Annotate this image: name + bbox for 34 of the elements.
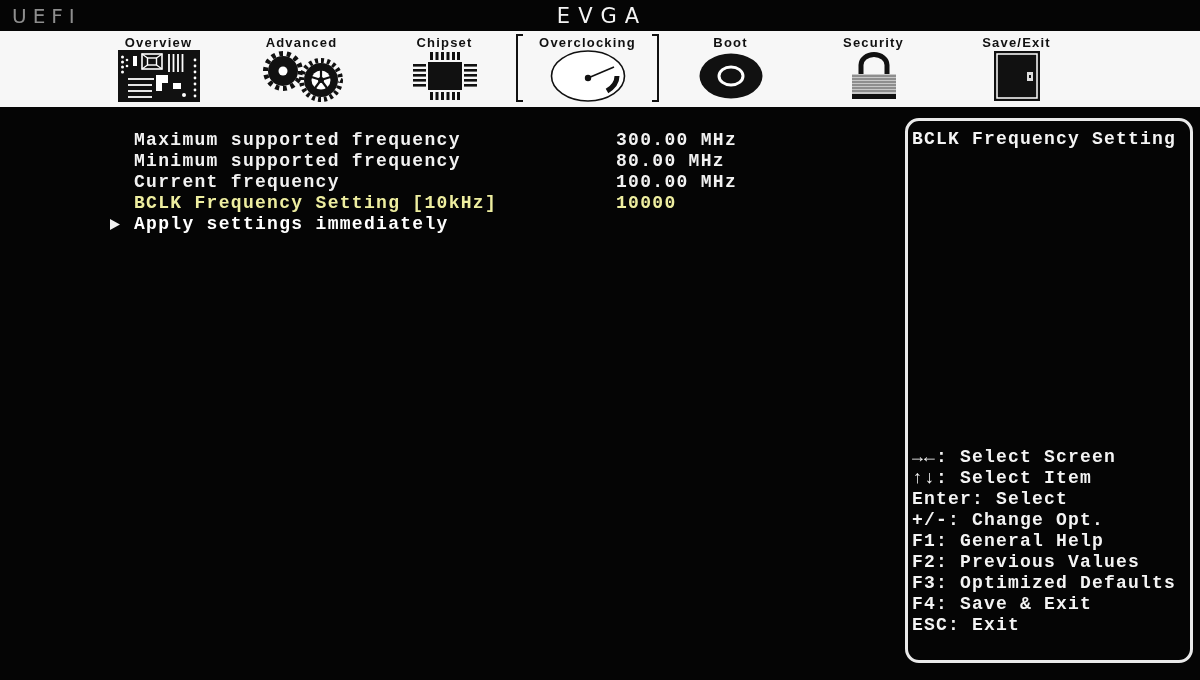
setting-value: 300.00 MHz bbox=[616, 130, 738, 151]
key-hint: +/-: Change Opt. bbox=[912, 510, 1106, 531]
key-hint: Enter: Select bbox=[912, 489, 1070, 510]
help-title: BCLK Frequency Setting bbox=[912, 129, 1178, 150]
menu-tab[interactable]: Advanced bbox=[230, 34, 373, 102]
menu-tab[interactable]: Chipset bbox=[373, 34, 516, 102]
brand-logo: EVGA bbox=[555, 3, 648, 28]
setting-label: Current frequency bbox=[134, 172, 340, 193]
key-hint: F1: General Help bbox=[912, 531, 1106, 552]
menu-tab[interactable]: Overclocking bbox=[516, 34, 659, 102]
triangle-icon bbox=[110, 219, 120, 230]
setting-value: 80.00 MHz bbox=[616, 151, 725, 172]
key-hint: F4: Save & Exit bbox=[912, 594, 1094, 615]
chip-icon bbox=[410, 51, 479, 101]
key-hint: F3: Optimized Defaults bbox=[912, 573, 1178, 594]
gauge-icon bbox=[549, 50, 626, 102]
menu-tab[interactable]: Security bbox=[802, 34, 945, 102]
setting-value: 100.00 MHz bbox=[616, 172, 738, 193]
disc-icon bbox=[698, 53, 763, 99]
setting-label: BCLK Frequency Setting [10kHz] bbox=[134, 193, 498, 214]
menu-tab[interactable]: Overview bbox=[87, 34, 230, 102]
menu-tab[interactable]: Boot bbox=[659, 34, 802, 102]
setting-label: Maximum supported frequency bbox=[134, 130, 461, 151]
menu-tab[interactable]: Save/Exit bbox=[945, 34, 1088, 102]
motherboard-icon bbox=[117, 50, 200, 102]
setting-value: 10000 bbox=[616, 193, 677, 214]
submenu-item[interactable]: Apply settings immediately bbox=[134, 214, 449, 235]
key-hint: ↑↓: Select Item bbox=[912, 468, 1094, 489]
key-hint: F2: Previous Values bbox=[912, 552, 1142, 573]
door-icon bbox=[992, 50, 1041, 102]
setting-label: Minimum supported frequency bbox=[134, 151, 461, 172]
key-hint: →←: Select Screen bbox=[912, 447, 1118, 468]
uefi-logo: UEFI bbox=[12, 3, 81, 28]
key-hint: ESC: Exit bbox=[912, 615, 1022, 636]
